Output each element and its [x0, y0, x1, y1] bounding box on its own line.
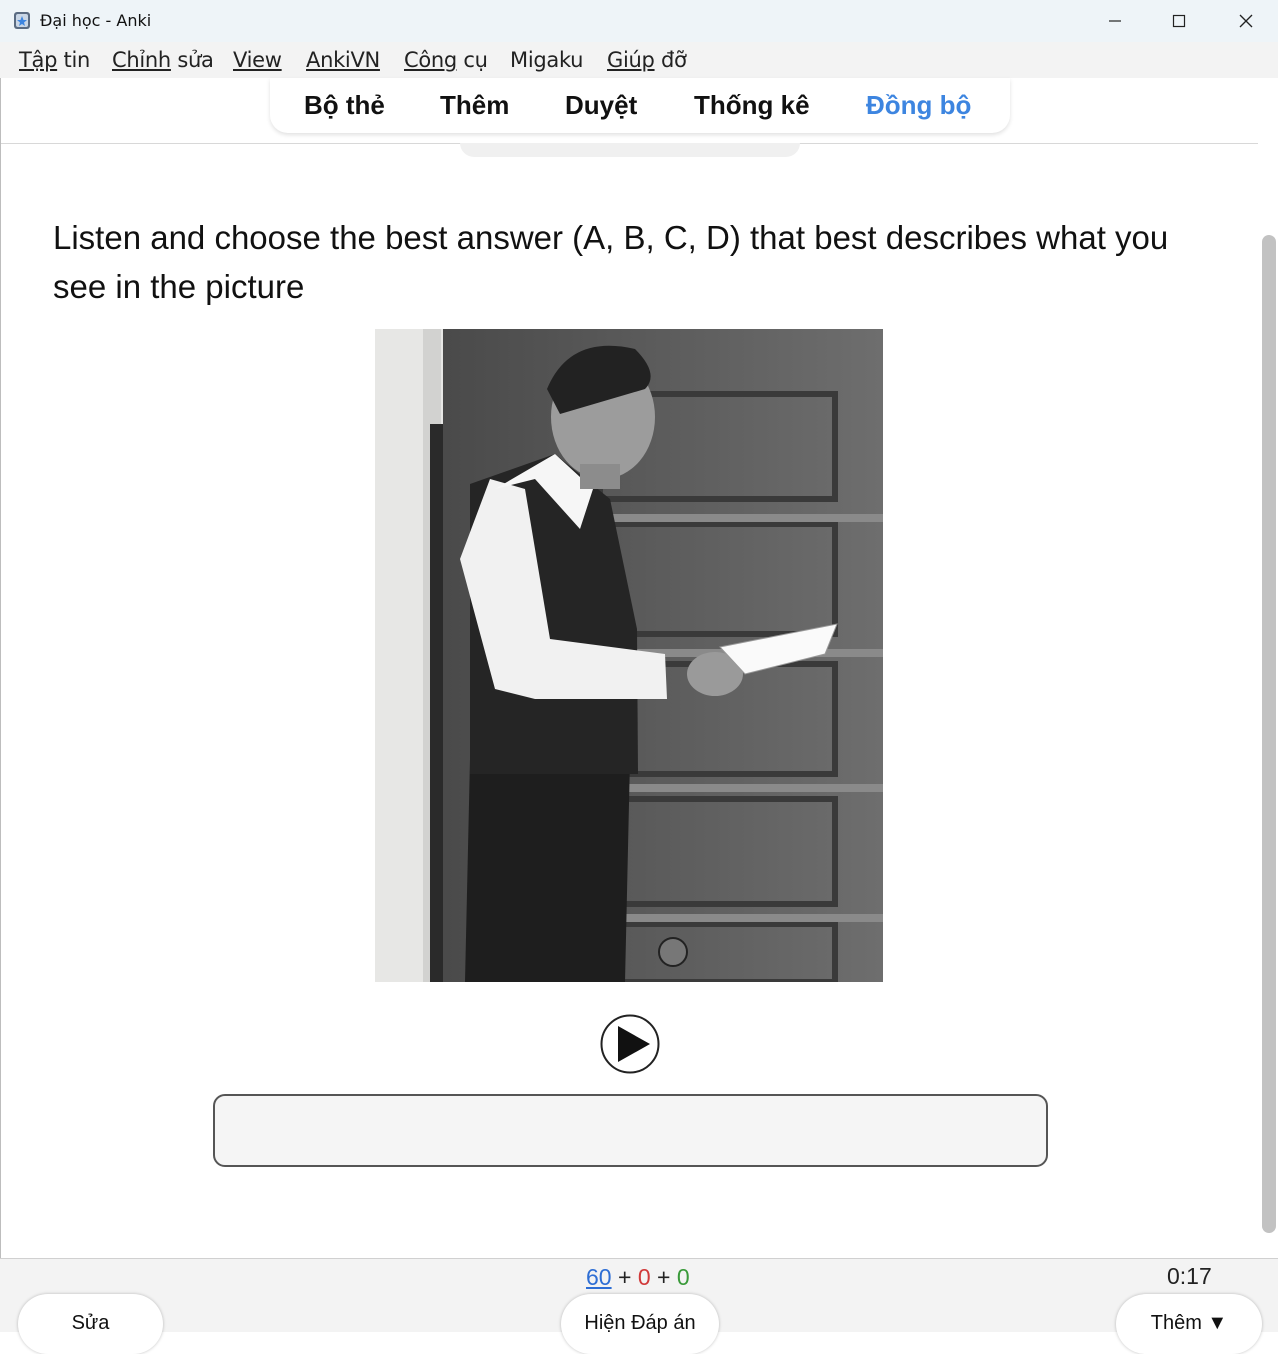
count-review: 0 [676, 1264, 690, 1290]
toolbar-stats[interactable]: Thống kê [694, 90, 810, 121]
show-answer-button[interactable]: Hiện Đáp án [561, 1294, 719, 1354]
close-icon [1239, 14, 1253, 28]
title-bar: Đại học - Anki [0, 0, 1278, 42]
toolbar-decks[interactable]: Bộ thẻ [304, 90, 385, 121]
minimize-button[interactable] [1083, 0, 1147, 42]
menu-help[interactable]: Giúp đỡ [607, 48, 687, 72]
count-learn: 0 [637, 1264, 651, 1290]
count-new[interactable]: 60 [586, 1264, 612, 1290]
anki-app-icon [14, 12, 30, 29]
toolbar-browse[interactable]: Duyệt [565, 90, 637, 121]
card-question: Listen and choose the best answer (A, B,… [53, 219, 1169, 305]
menu-view[interactable]: View [233, 48, 282, 72]
toolbar-add[interactable]: Thêm [440, 90, 509, 121]
toolbar-shadow [460, 143, 800, 157]
maximize-button[interactable] [1147, 0, 1211, 42]
maximize-icon [1172, 14, 1186, 28]
review-timer: 0:17 [1167, 1263, 1212, 1289]
edit-button[interactable]: Sửa [18, 1294, 163, 1354]
scrollbar-thumb[interactable] [1262, 235, 1276, 1233]
more-button[interactable]: Thêm ▼ [1116, 1294, 1262, 1354]
menu-tools[interactable]: Công cụ [404, 48, 488, 72]
window-title: Đại học - Anki [40, 11, 152, 30]
minimize-icon [1109, 20, 1121, 22]
card-photo [375, 329, 883, 982]
window-left-border [0, 78, 1, 1258]
toolbar-sync[interactable]: Đồng bộ [866, 90, 971, 121]
close-button[interactable] [1214, 0, 1278, 42]
menu-migaku[interactable]: Migaku [510, 48, 583, 72]
card-counts: 60 + 0 + 0 [586, 1264, 690, 1290]
menu-edit[interactable]: Chỉnh sửa [112, 48, 214, 72]
menu-ankivn[interactable]: AnkiVN [306, 48, 380, 72]
answer-input[interactable] [213, 1094, 1048, 1167]
menu-file[interactable]: Tập tin [19, 48, 90, 72]
audio-play-button[interactable] [600, 1014, 660, 1074]
